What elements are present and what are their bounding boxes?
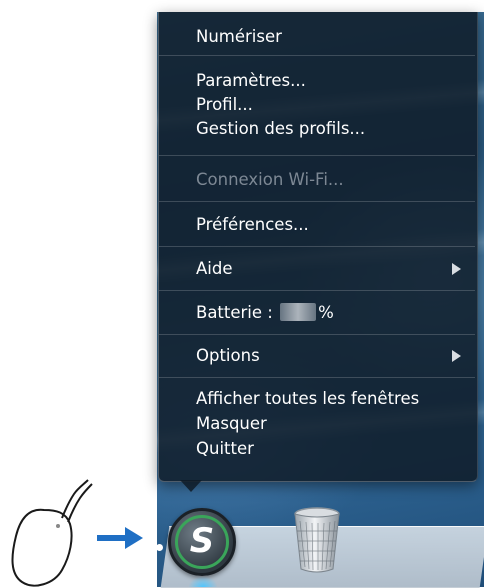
menu-item-scan[interactable]: Numériser <box>196 25 466 49</box>
menu-item-options[interactable]: Options <box>196 344 466 368</box>
submenu-arrow-icon <box>452 263 461 275</box>
menu-separator <box>159 55 475 56</box>
dock-running-dot <box>156 544 163 551</box>
menu-item-help[interactable]: Aide <box>196 257 466 281</box>
menu-item-battery: Batterie : % <box>196 301 466 325</box>
menu-separator <box>159 377 475 378</box>
battery-value-redacted <box>280 303 317 321</box>
menu-separator <box>159 155 475 156</box>
menu-separator <box>159 290 475 291</box>
menu-item-settings[interactable]: Paramètres... <box>196 69 466 93</box>
menu-item-wifi-connection: Connexion Wi-Fi... <box>196 170 344 189</box>
mouse-icon <box>11 479 93 587</box>
menu-item-profile-management[interactable]: Gestion des profils... <box>196 117 466 141</box>
menu-item-hide[interactable]: Masquer <box>196 412 466 436</box>
battery-unit: % <box>318 303 334 322</box>
menu-pointer <box>180 480 202 492</box>
menu-separator <box>159 246 475 247</box>
scansnap-manager-icon[interactable]: S <box>168 508 236 576</box>
battery-label: Batterie : <box>196 303 273 322</box>
menu-item-profile[interactable]: Profil... <box>196 93 466 117</box>
menu-item-quit[interactable]: Quitter <box>196 437 466 461</box>
app-running-indicator <box>189 577 217 587</box>
submenu-arrow-icon <box>452 350 461 362</box>
menu-item-preferences[interactable]: Préférences... <box>196 213 466 237</box>
menu-item-show-all-windows[interactable]: Afficher toutes les fenêtres <box>196 387 466 411</box>
arrow-right-icon <box>97 527 143 549</box>
trash-icon[interactable] <box>292 507 342 575</box>
menu-separator <box>159 334 475 335</box>
menu-separator <box>159 201 475 202</box>
app-icon-letter: S <box>189 521 215 561</box>
